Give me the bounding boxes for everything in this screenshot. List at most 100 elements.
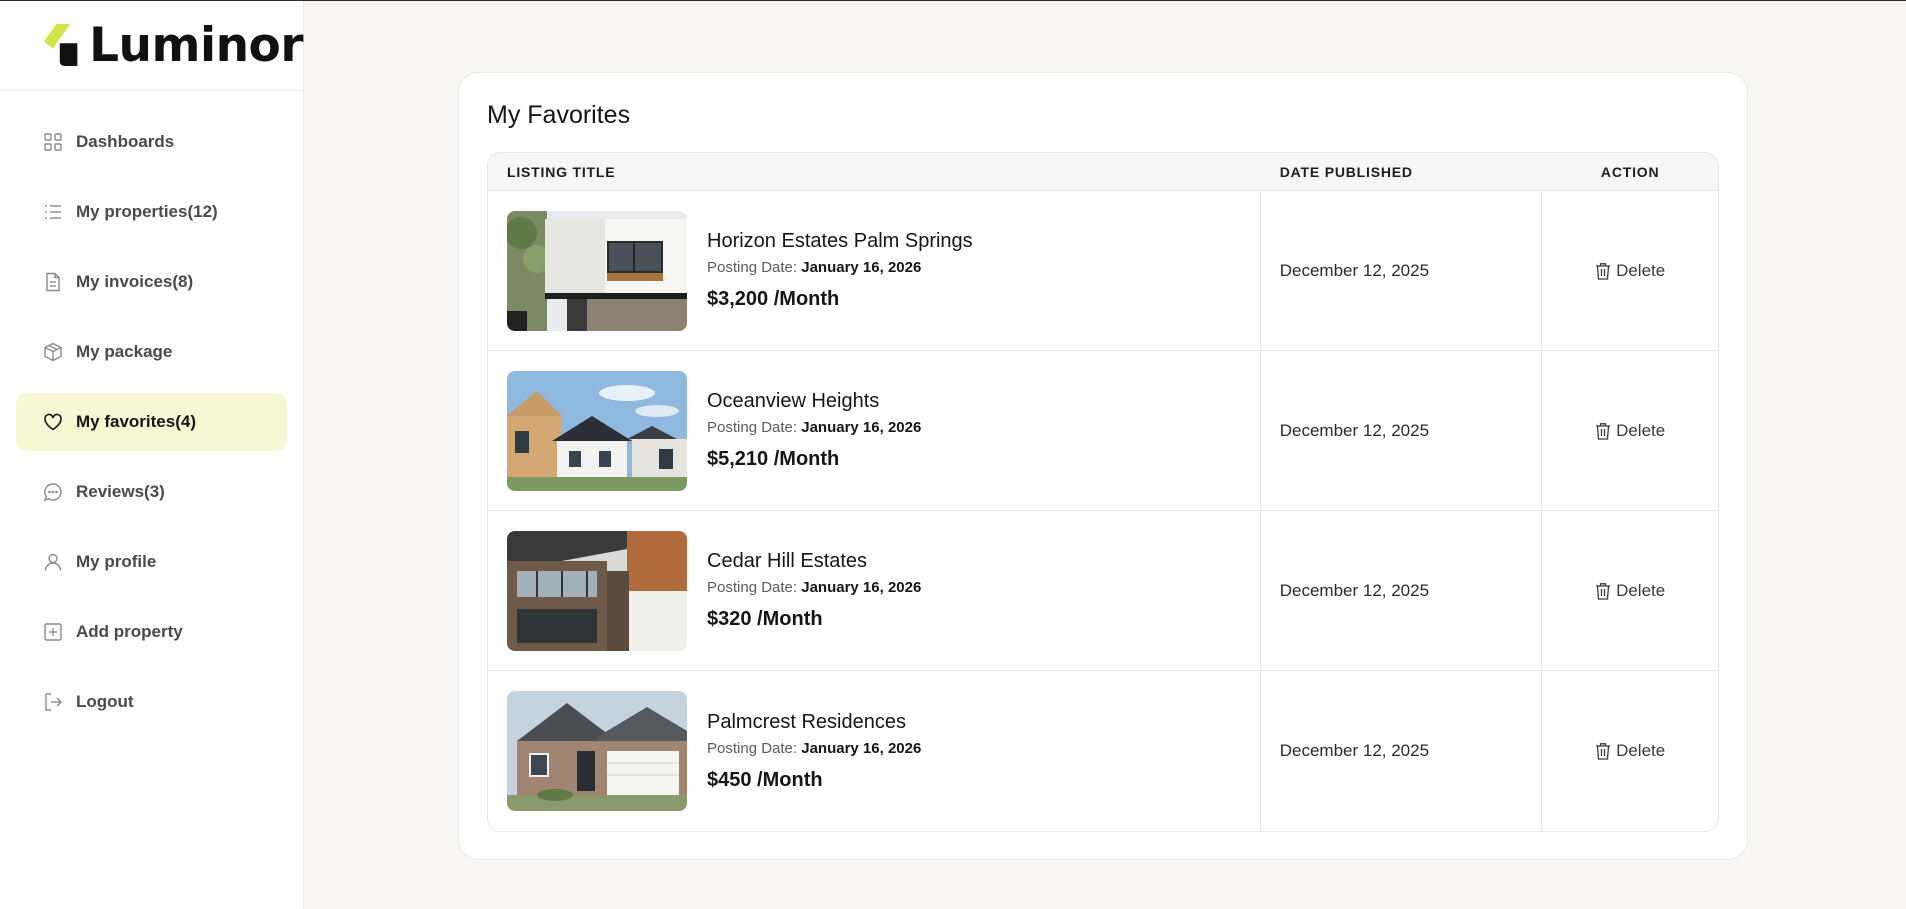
wooden-houses-blue-sky-photo bbox=[507, 370, 687, 491]
posting-date: Posting Date: January 16, 2026 bbox=[707, 740, 921, 757]
sidebar-item-my-package[interactable]: My package bbox=[16, 323, 287, 381]
trash-icon bbox=[1596, 262, 1611, 280]
delete-button[interactable]: Delete bbox=[1595, 261, 1665, 281]
sidebar-item-add-property[interactable]: Add property bbox=[16, 603, 287, 661]
posting-date: Posting Date: January 16, 2026 bbox=[707, 579, 921, 596]
listing-cell: Palmcrest Residences Posting Date: Janua… bbox=[488, 671, 1261, 831]
delete-button[interactable]: Delete bbox=[1595, 581, 1665, 601]
delete-label: Delete bbox=[1616, 580, 1666, 600]
listing-thumbnail[interactable] bbox=[507, 370, 687, 491]
table-row: Horizon Estates Palm Springs Posting Dat… bbox=[488, 191, 1718, 351]
sidebar-item-my-properties[interactable]: My properties(12) bbox=[16, 183, 287, 241]
sidebar-item-my-invoices[interactable]: My invoices(8) bbox=[16, 253, 287, 311]
posting-date-value: January 16, 2026 bbox=[801, 739, 922, 757]
brick-apartment-photo bbox=[507, 530, 687, 651]
trash-icon bbox=[1596, 582, 1611, 600]
table-header: LISTING TITLE DATE PUBLISHED ACTION bbox=[488, 153, 1718, 191]
posting-date: Posting Date: January 16, 2026 bbox=[707, 419, 921, 436]
modern-white-house-photo bbox=[507, 210, 687, 331]
sidebar-item-label: My properties(12) bbox=[76, 202, 218, 221]
listing-price: $5,210 /Month bbox=[707, 448, 840, 470]
user-icon bbox=[42, 551, 64, 573]
sidebar-item-label: My package bbox=[76, 342, 173, 361]
posting-date-value: January 16, 2026 bbox=[801, 259, 922, 276]
listing-price: $3,200 /Month bbox=[707, 288, 840, 310]
sidebar-item-my-profile[interactable]: My profile bbox=[16, 533, 287, 591]
sidebar-item-label: Dashboards bbox=[76, 132, 175, 151]
sidebar: Luminor Dashboards My properties(12) My … bbox=[0, 0, 304, 909]
brand-name: Luminor bbox=[89, 17, 303, 73]
sidebar-item-label: Logout bbox=[76, 692, 134, 711]
listing-title[interactable]: Horizon Estates Palm Springs bbox=[707, 230, 973, 253]
heart-icon bbox=[42, 411, 64, 433]
date-published: December 12, 2025 bbox=[1261, 351, 1543, 510]
sidebar-item-label: Add property bbox=[76, 622, 183, 641]
listing-info: Horizon Estates Palm Springs Posting Dat… bbox=[707, 230, 973, 311]
delete-button[interactable]: Delete bbox=[1595, 421, 1665, 441]
action-cell: Delete bbox=[1542, 671, 1718, 831]
listing-info: Cedar Hill Estates Posting Date: January… bbox=[707, 550, 921, 631]
posting-date-label: Posting Date: bbox=[707, 419, 798, 436]
sidebar-item-logout[interactable]: Logout bbox=[16, 673, 287, 731]
posting-date-value: January 16, 2026 bbox=[801, 579, 922, 596]
action-cell: Delete bbox=[1542, 191, 1718, 350]
sidebar-nav: Dashboards My properties(12) My invoices… bbox=[0, 91, 303, 731]
grid-icon bbox=[42, 131, 64, 153]
delete-label: Delete bbox=[1616, 260, 1666, 280]
listing-thumbnail[interactable] bbox=[507, 691, 687, 811]
page-title: My Favorites bbox=[487, 101, 631, 129]
date-published: December 12, 2025 bbox=[1261, 191, 1543, 350]
column-header-date-published: DATE PUBLISHED bbox=[1279, 163, 1413, 180]
table-row: Cedar Hill Estates Posting Date: January… bbox=[488, 511, 1718, 671]
sidebar-item-label: My profile bbox=[76, 552, 157, 571]
listing-info: Palmcrest Residences Posting Date: Janua… bbox=[707, 711, 921, 792]
luminor-logo-icon bbox=[44, 23, 78, 67]
column-header-listing-title: LISTING TITLE bbox=[507, 163, 616, 180]
list-icon bbox=[42, 201, 64, 223]
plus-square-icon bbox=[42, 621, 64, 643]
sidebar-item-label: Reviews(3) bbox=[76, 482, 165, 501]
favorites-table: LISTING TITLE DATE PUBLISHED ACTION Hori… bbox=[487, 152, 1719, 832]
delete-label: Delete bbox=[1616, 420, 1666, 440]
listing-info: Oceanview Heights Posting Date: January … bbox=[707, 390, 921, 471]
logout-icon bbox=[42, 691, 64, 713]
delete-button[interactable]: Delete bbox=[1595, 741, 1665, 761]
delete-label: Delete bbox=[1616, 741, 1666, 760]
listing-cell: Oceanview Heights Posting Date: January … bbox=[488, 351, 1261, 510]
date-published: December 12, 2025 bbox=[1261, 671, 1543, 831]
chat-icon bbox=[42, 481, 64, 503]
action-cell: Delete bbox=[1542, 351, 1718, 510]
listing-title[interactable]: Oceanview Heights bbox=[707, 390, 921, 413]
sidebar-item-label: My invoices(8) bbox=[76, 272, 194, 291]
trash-icon bbox=[1596, 743, 1611, 760]
table-row: Oceanview Heights Posting Date: January … bbox=[488, 351, 1718, 511]
posting-date-label: Posting Date: bbox=[707, 579, 798, 596]
window-top-border bbox=[0, 0, 1906, 1]
sidebar-item-my-favorites[interactable]: My favorites(4) bbox=[16, 393, 287, 451]
suburban-house-garage-photo bbox=[507, 691, 687, 811]
posting-date: Posting Date: January 16, 2026 bbox=[707, 259, 973, 276]
date-published: December 12, 2025 bbox=[1261, 511, 1543, 670]
listing-cell: Cedar Hill Estates Posting Date: January… bbox=[488, 511, 1261, 670]
listing-thumbnail[interactable] bbox=[507, 210, 687, 331]
posting-date-value: January 16, 2026 bbox=[801, 419, 922, 436]
posting-date-label: Posting Date: bbox=[707, 739, 798, 757]
trash-icon bbox=[1596, 422, 1611, 440]
package-icon bbox=[42, 341, 64, 363]
listing-cell: Horizon Estates Palm Springs Posting Dat… bbox=[488, 191, 1261, 350]
sidebar-item-label: My favorites(4) bbox=[76, 412, 196, 431]
posting-date-label: Posting Date: bbox=[707, 259, 798, 276]
action-cell: Delete bbox=[1542, 511, 1718, 670]
favorites-card: My Favorites LISTING TITLE DATE PUBLISHE… bbox=[458, 72, 1748, 860]
listing-thumbnail[interactable] bbox=[507, 530, 687, 651]
listing-price: $450 /Month bbox=[707, 768, 823, 791]
document-icon bbox=[42, 271, 64, 293]
listing-title[interactable]: Palmcrest Residences bbox=[707, 711, 921, 734]
sidebar-item-reviews[interactable]: Reviews(3) bbox=[16, 463, 287, 521]
table-row: Palmcrest Residences Posting Date: Janua… bbox=[488, 671, 1718, 831]
column-header-action: ACTION bbox=[1600, 163, 1660, 180]
sidebar-item-dashboards[interactable]: Dashboards bbox=[16, 113, 287, 171]
listing-title[interactable]: Cedar Hill Estates bbox=[707, 550, 921, 573]
listing-price: $320 /Month bbox=[707, 608, 823, 630]
brand[interactable]: Luminor bbox=[0, 0, 303, 91]
